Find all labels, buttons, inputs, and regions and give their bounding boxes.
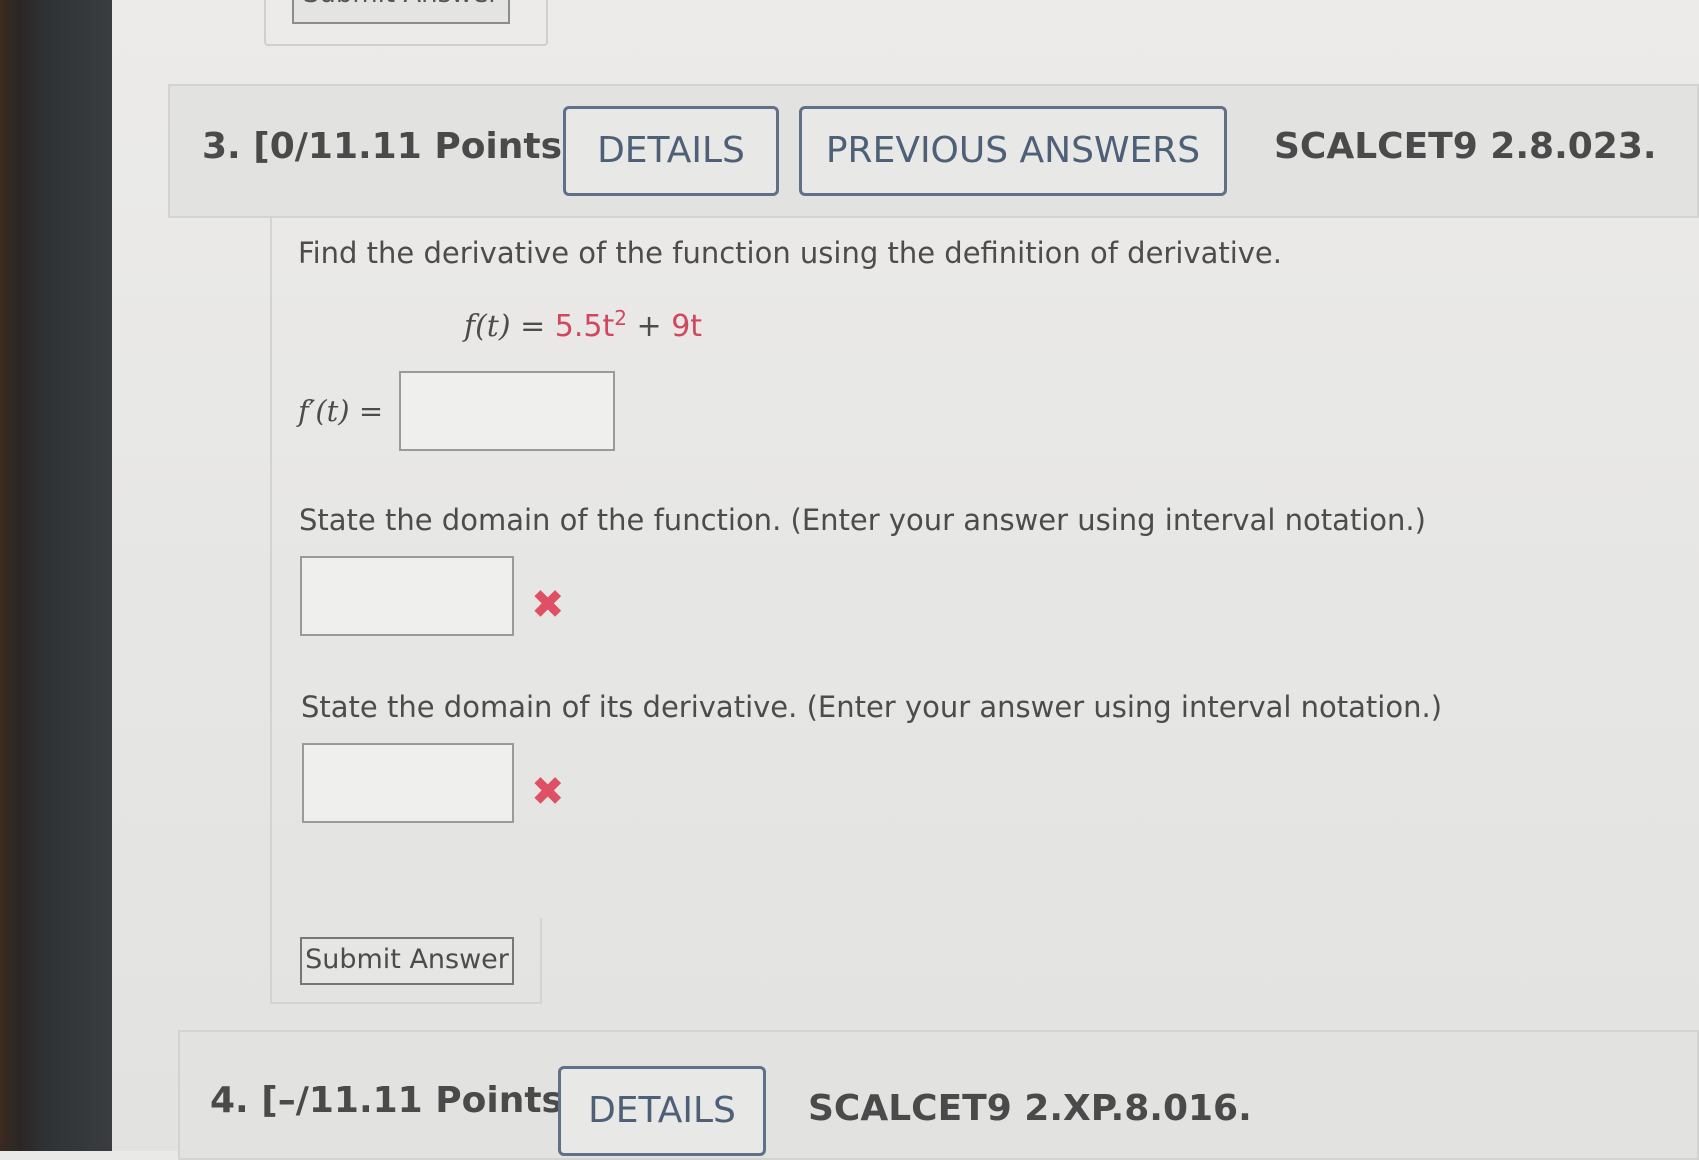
function-expression: f(t) = 5.5t2 + 9t (464, 306, 702, 344)
function-term: 9t (671, 309, 703, 344)
previous-answers-button[interactable]: PREVIOUS ANSWERS (799, 106, 1227, 196)
question-4-number-points: 4. [–/11.11 Points] (210, 1080, 580, 1121)
question-4-details-button[interactable]: DETAILS (558, 1066, 766, 1156)
function-lhs: f(t) = (464, 309, 555, 344)
previous-submit-answer-button[interactable]: Submit Answer (292, 0, 510, 24)
question-prompt: Find the derivative of the function usin… (298, 236, 1282, 270)
function-plus: + (627, 309, 672, 344)
incorrect-icon: ✖ (531, 582, 565, 628)
submit-answer-button[interactable]: Submit Answer (300, 937, 514, 985)
question-3-code: SCALCET9 2.8.023. (1274, 126, 1657, 167)
derivative-input[interactable] (399, 371, 615, 451)
question-4-header: 4. [–/11.11 Points] DETAILS SCALCET9 2.X… (178, 1030, 1699, 1160)
question-3-header: 3. [0/11.11 Points] DETAILS PREVIOUS ANS… (168, 84, 1699, 218)
function-coefficient: 5.5t (554, 309, 615, 344)
function-exponent: 2 (614, 306, 627, 330)
details-button[interactable]: DETAILS (563, 106, 779, 196)
monitor-bezel (0, 0, 112, 1151)
derivative-label: f′(t) = (298, 394, 384, 428)
domain-input[interactable] (300, 556, 514, 636)
domain-derivative-input[interactable] (302, 743, 514, 823)
question-3-number-points: 3. [0/11.11 Points] (202, 126, 579, 167)
domain-prompt: State the domain of the function. (Enter… (299, 503, 1426, 537)
incorrect-icon: ✖ (531, 769, 565, 815)
domain-derivative-prompt: State the domain of its derivative. (Ent… (301, 690, 1443, 724)
question-4-code: SCALCET9 2.XP.8.016. (808, 1088, 1252, 1129)
